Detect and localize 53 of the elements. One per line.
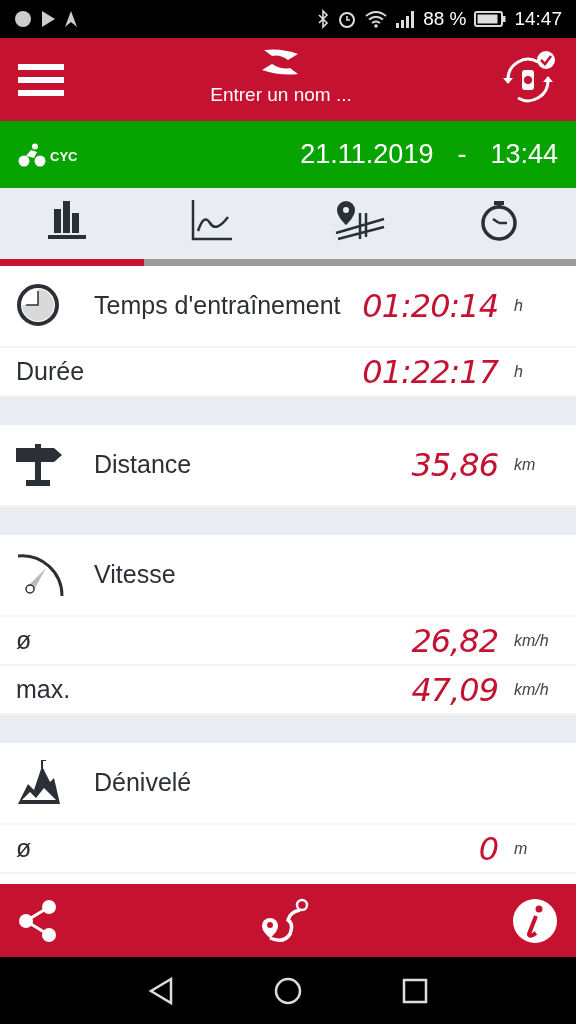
row-label: ø: [16, 624, 33, 656]
row-label: ø: [16, 832, 33, 864]
signal-icon: [395, 10, 416, 28]
info-button[interactable]: [512, 897, 558, 944]
section-title: Vitesse: [94, 559, 177, 591]
section-title: Temps d'entraînement: [94, 290, 342, 322]
wifi-icon: [365, 10, 388, 28]
bluetooth-icon: [317, 9, 330, 29]
unit-label: h: [514, 297, 523, 314]
unit-label: km: [514, 456, 536, 473]
section-title: Dénivelé: [94, 767, 193, 799]
app-icon: [14, 10, 32, 28]
activity-date: 21.11.2019: [300, 138, 434, 172]
metric-value: 47,09: [411, 669, 498, 711]
back-button[interactable]: [148, 976, 174, 1005]
date-separator: -: [457, 138, 467, 172]
route-icon: [260, 897, 310, 944]
alarm-icon: [337, 9, 358, 29]
name-field[interactable]: Entrer un nom ...: [171, 80, 391, 111]
row-label: max.: [16, 673, 72, 705]
metric-value: 01:22:17: [362, 351, 498, 393]
unit-label: h: [514, 362, 523, 380]
unit-label: m: [514, 839, 528, 857]
menu-icon: [18, 63, 64, 96]
row-label: Durée: [16, 355, 86, 387]
home-icon: [274, 976, 302, 1005]
clock-time: 14:47: [514, 6, 562, 31]
cyclist-icon: [18, 142, 46, 167]
share-button[interactable]: [18, 898, 58, 943]
metric-value: 35,86: [411, 445, 498, 486]
unit-label: km/h: [514, 680, 549, 698]
metric-value: 01:20:14: [362, 286, 498, 327]
recents-button[interactable]: [402, 977, 428, 1004]
activity-type: CYC: [50, 148, 78, 166]
unit-label: km/h: [514, 631, 549, 649]
battery-percent: 88 %: [423, 6, 467, 31]
section-title: Distance: [94, 449, 193, 481]
share-icon: [18, 898, 58, 943]
signpost-icon: [16, 442, 64, 488]
info-icon: [512, 897, 558, 944]
metric-value: 26,82: [411, 620, 498, 662]
route-button[interactable]: [260, 897, 310, 944]
play-icon: [40, 10, 56, 28]
menu-button[interactable]: [18, 63, 64, 96]
map-pin-road-icon: [334, 199, 386, 241]
arrow-icon: [64, 10, 78, 28]
home-button[interactable]: [274, 976, 302, 1005]
battery-icon: [474, 10, 507, 28]
metric-value: 0: [478, 828, 498, 870]
speedometer-icon: [16, 552, 64, 598]
recents-icon: [402, 977, 428, 1004]
back-icon: [148, 976, 174, 1005]
activity-time: 13:44: [490, 138, 558, 172]
